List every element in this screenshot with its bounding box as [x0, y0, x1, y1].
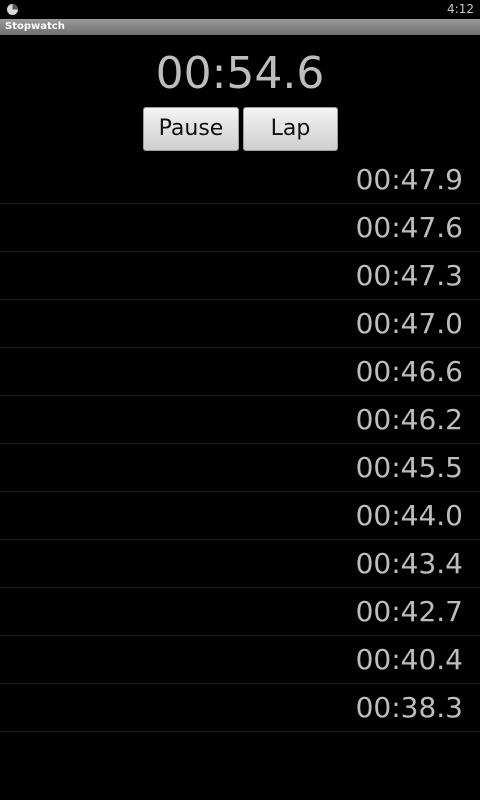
lap-row: 00:46.2 [0, 396, 480, 444]
lap-row: 00:47.3 [0, 252, 480, 300]
lap-row: 00:40.4 [0, 636, 480, 684]
app-title: Stopwatch [5, 21, 65, 32]
lap-list: 00:47.9 00:47.6 00:47.3 00:47.0 00:46.6 … [0, 156, 480, 732]
elapsed-time-display: 00:54.6 [155, 48, 325, 99]
lap-time: 00:45.5 [355, 451, 463, 484]
lap-row: 00:42.7 [0, 588, 480, 636]
lap-button[interactable]: Lap [243, 107, 338, 151]
status-bar: 4:12 [0, 0, 480, 19]
lap-row: 00:47.6 [0, 204, 480, 252]
lap-time: 00:47.0 [355, 307, 463, 340]
lap-row: 00:43.4 [0, 540, 480, 588]
lap-row: 00:38.3 [0, 684, 480, 732]
lap-row: 00:47.0 [0, 300, 480, 348]
lap-time: 00:38.3 [355, 691, 463, 724]
lap-time: 00:40.4 [355, 643, 463, 676]
lap-time: 00:47.9 [355, 163, 463, 196]
lap-time: 00:42.7 [355, 595, 463, 628]
lap-time: 00:46.6 [355, 355, 463, 388]
lap-time: 00:47.3 [355, 259, 463, 292]
lap-row: 00:47.9 [0, 156, 480, 204]
lap-time: 00:47.6 [355, 211, 463, 244]
stopwatch-icon [7, 4, 18, 15]
status-clock: 4:12 [447, 2, 474, 16]
lap-time: 00:46.2 [355, 403, 463, 436]
pause-button[interactable]: Pause [143, 107, 239, 151]
lap-time: 00:44.0 [355, 499, 463, 532]
title-bar: Stopwatch [0, 19, 480, 35]
lap-row: 00:45.5 [0, 444, 480, 492]
lap-row: 00:46.6 [0, 348, 480, 396]
lap-row: 00:44.0 [0, 492, 480, 540]
lap-time: 00:43.4 [355, 547, 463, 580]
